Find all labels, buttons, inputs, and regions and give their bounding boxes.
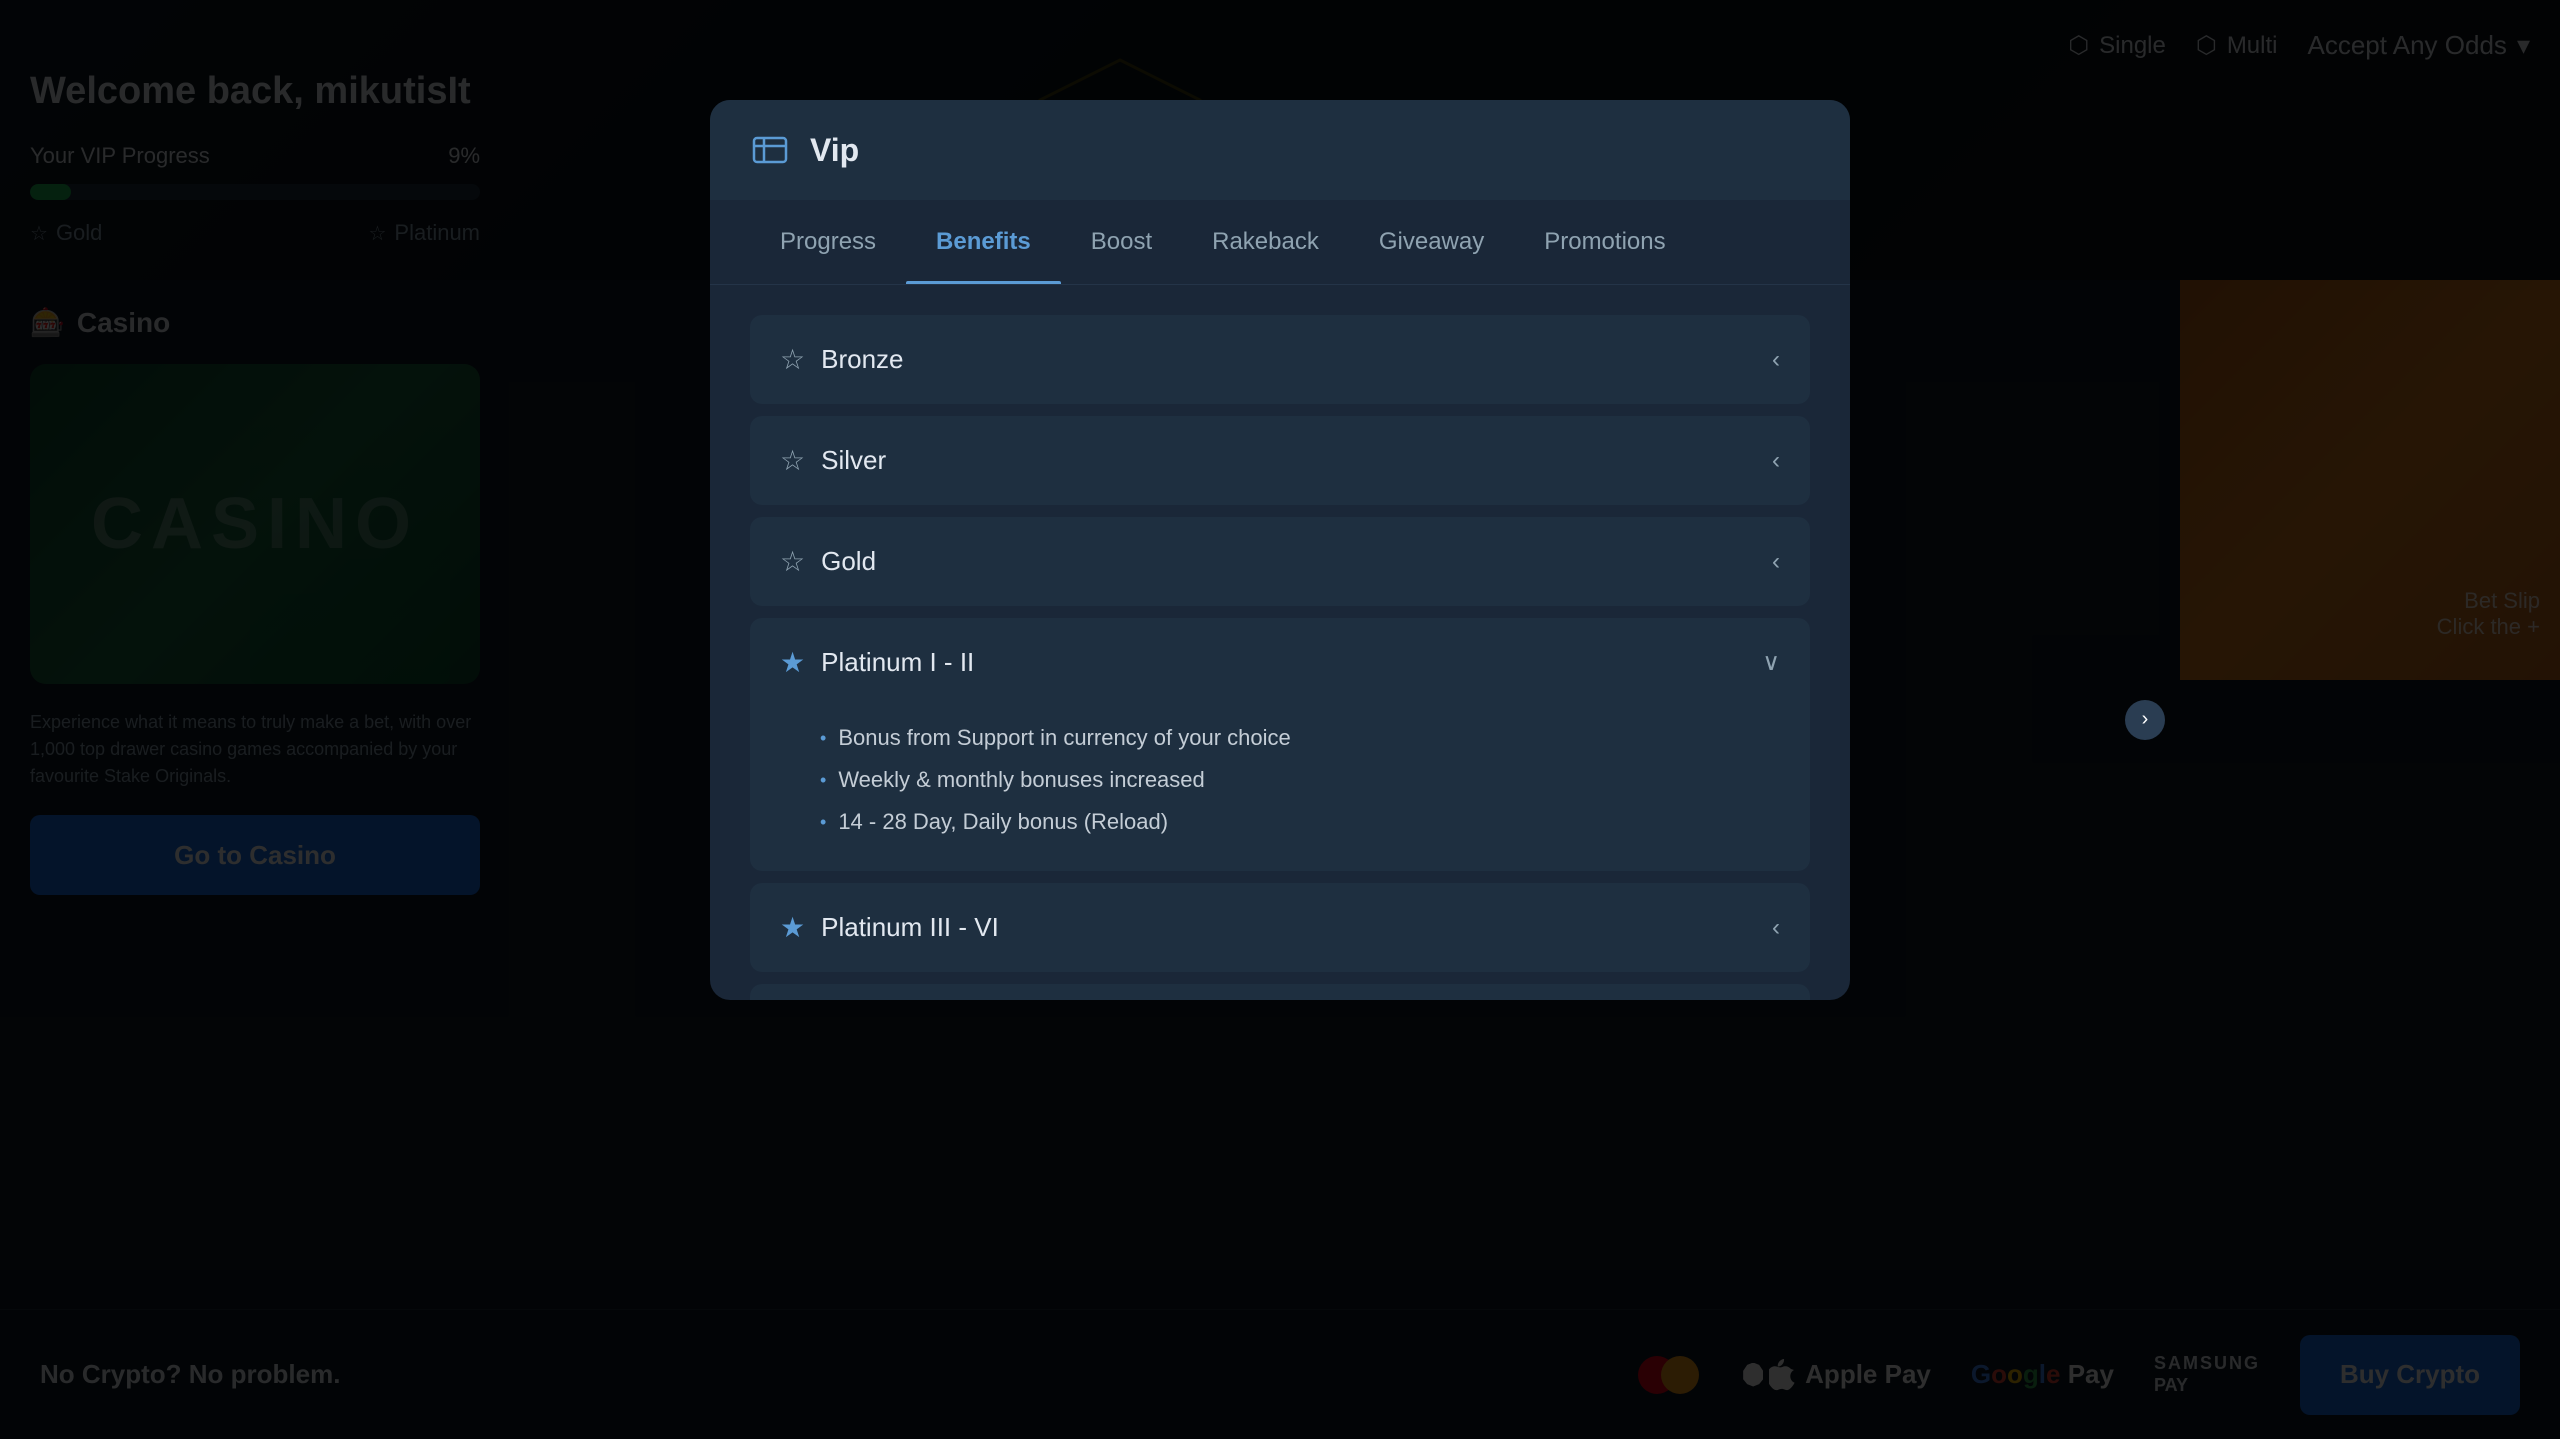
tier-bronze-header[interactable]: ☆ Bronze ‹ (750, 315, 1810, 404)
platinum-1-2-benefit-1: Bonus from Support in currency of your c… (820, 717, 1780, 759)
platinum-1-2-benefit-3: 14 - 28 Day, Daily bonus (Reload) (820, 801, 1780, 843)
tier-gold-header[interactable]: ☆ Gold ‹ (750, 517, 1810, 606)
vip-modal-title: Vip (810, 132, 859, 169)
tab-rakeback[interactable]: Rakeback (1182, 200, 1349, 284)
silver-tier-name: Silver (821, 445, 886, 476)
platinum-1-2-star-icon: ★ (780, 646, 805, 679)
gold-chevron-icon: ‹ (1772, 548, 1780, 576)
gold-tier-name: Gold (821, 546, 876, 577)
silver-star-icon: ☆ (780, 444, 805, 477)
tier-silver-header[interactable]: ☆ Silver ‹ (750, 416, 1810, 505)
platinum-1-2-tier-name: Platinum I - II (821, 647, 974, 678)
vip-tabs: Progress Benefits Boost Rakeback Giveawa… (710, 200, 1850, 285)
scroll-indicator[interactable]: › (2125, 700, 2165, 740)
tier-platinum-1-2-header-left: ★ Platinum I - II (780, 646, 974, 679)
tab-progress[interactable]: Progress (750, 200, 906, 284)
platinum-3-6-star-icon: ★ (780, 911, 805, 944)
vip-modal: Vip Progress Benefits Boost Rakeback Giv… (710, 100, 1850, 1000)
tab-promotions[interactable]: Promotions (1514, 200, 1695, 284)
tier-platinum-1-2-header[interactable]: ★ Platinum I - II ∨ (750, 618, 1810, 707)
silver-chevron-icon: ‹ (1772, 447, 1780, 475)
tab-benefits[interactable]: Benefits (906, 200, 1061, 284)
tab-boost[interactable]: Boost (1061, 200, 1182, 284)
tier-diamond: ◆ Diamond ‹ (750, 984, 1810, 1000)
bronze-chevron-icon: ‹ (1772, 346, 1780, 374)
tier-platinum-3-6-header-left: ★ Platinum III - VI (780, 911, 999, 944)
platinum-3-6-tier-name: Platinum III - VI (821, 912, 999, 943)
vip-modal-body: ☆ Bronze ‹ ☆ Silver ‹ (710, 285, 1850, 1000)
tier-silver: ☆ Silver ‹ (750, 416, 1810, 505)
vip-modal-icon (750, 130, 790, 170)
tier-bronze: ☆ Bronze ‹ (750, 315, 1810, 404)
tier-gold-header-left: ☆ Gold (780, 545, 876, 578)
tier-platinum-3-6: ★ Platinum III - VI ‹ (750, 883, 1810, 972)
bronze-tier-name: Bronze (821, 344, 903, 375)
gold-star-icon-tier: ☆ (780, 545, 805, 578)
tier-diamond-header[interactable]: ◆ Diamond ‹ (750, 984, 1810, 1000)
tier-platinum-3-6-header[interactable]: ★ Platinum III - VI ‹ (750, 883, 1810, 972)
bronze-star-icon: ☆ (780, 343, 805, 376)
platinum-1-2-benefit-2: Weekly & monthly bonuses increased (820, 759, 1780, 801)
tab-giveaway[interactable]: Giveaway (1349, 200, 1514, 284)
tier-bronze-header-left: ☆ Bronze (780, 343, 904, 376)
vip-modal-overlay: Vip Progress Benefits Boost Rakeback Giv… (0, 0, 2560, 1439)
tier-platinum-1-2: ★ Platinum I - II ∨ Bonus from Support i… (750, 618, 1810, 871)
tier-gold: ☆ Gold ‹ (750, 517, 1810, 606)
vip-modal-header: Vip (710, 100, 1850, 200)
tier-platinum-1-2-content: Bonus from Support in currency of your c… (750, 707, 1810, 871)
tier-silver-header-left: ☆ Silver (780, 444, 886, 477)
platinum-1-2-chevron-icon: ∨ (1762, 648, 1780, 677)
platinum-3-6-chevron-icon: ‹ (1772, 914, 1780, 942)
